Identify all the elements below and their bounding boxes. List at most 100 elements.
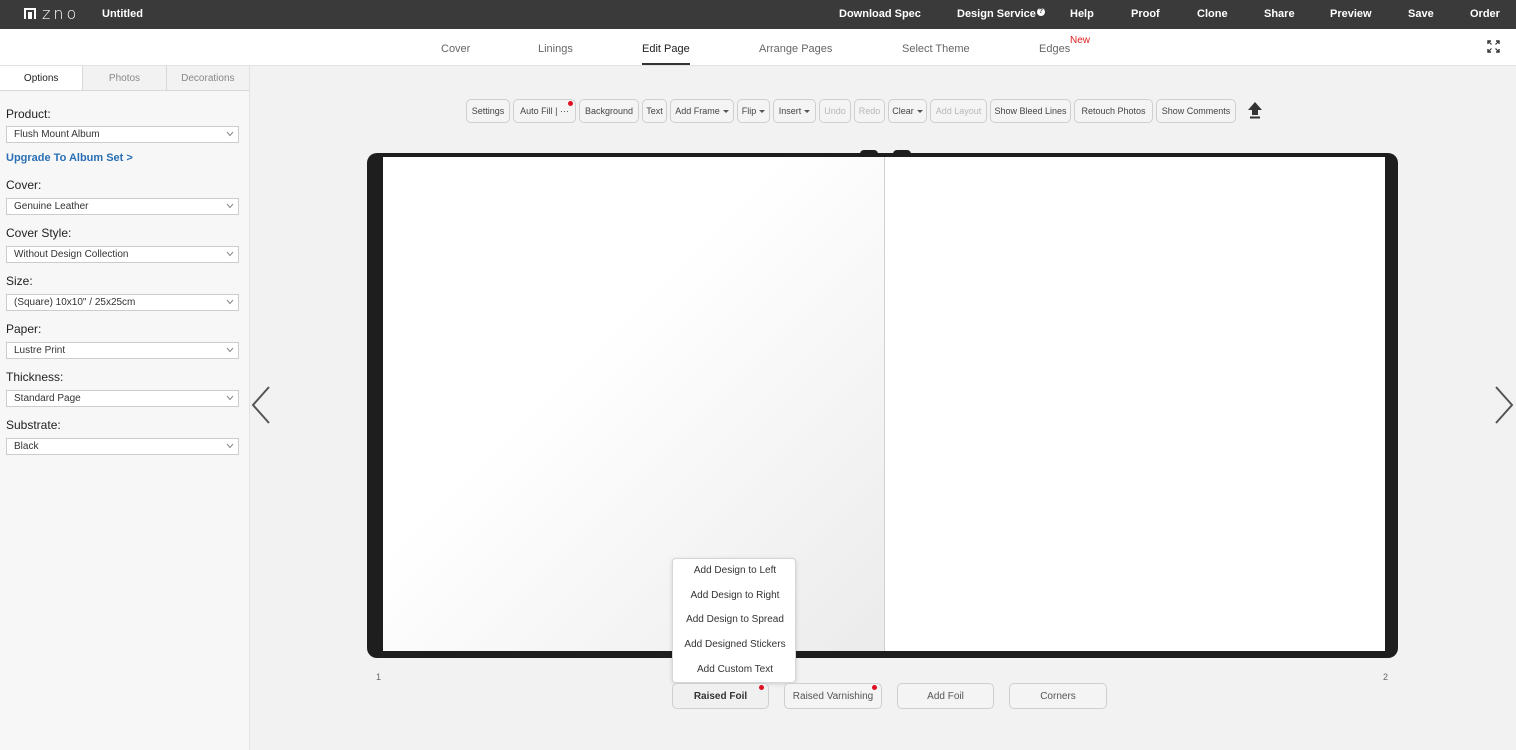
order-button[interactable]: Order (1470, 8, 1500, 20)
new-badge: New (1070, 35, 1091, 46)
flip-label: Flip (741, 106, 757, 116)
caret-down-icon (916, 109, 923, 113)
caret-down-icon (759, 109, 766, 113)
insert-button[interactable]: Insert (773, 99, 816, 123)
paper-select-value: Lustre Print (14, 345, 66, 356)
fullscreen-icon[interactable] (1487, 40, 1500, 53)
sidebar-tabs: Options Photos Decorations (0, 66, 249, 91)
upgrade-album-set-link[interactable]: Upgrade To Album Set > (6, 152, 133, 164)
tab-linings[interactable]: Linings (538, 43, 573, 55)
add-design-spread-item[interactable]: Add Design to Spread (673, 614, 797, 625)
spine-divider (884, 157, 885, 651)
size-label: Size: (6, 274, 33, 288)
tab-edit-page[interactable]: Edit Page (642, 43, 690, 65)
sidebar-tab-options[interactable]: Options (0, 66, 83, 90)
text-button[interactable]: Text (642, 99, 667, 123)
edit-toolbar: Settings Auto Fill | ··· Background Text… (466, 99, 1236, 124)
next-page-arrow-icon[interactable] (1492, 385, 1516, 425)
product-label: Product: (6, 107, 51, 121)
spine-tab-right (893, 150, 911, 156)
retouch-photos-button[interactable]: Retouch Photos (1074, 99, 1153, 123)
add-foil-button[interactable]: Add Foil (897, 683, 994, 709)
auto-fill-button[interactable]: Auto Fill | ··· (513, 99, 576, 123)
settings-button[interactable]: Settings (466, 99, 510, 123)
save-button[interactable]: Save (1408, 8, 1434, 20)
logo-text: ZNO (42, 4, 80, 23)
add-design-left-item[interactable]: Add Design to Left (673, 565, 797, 576)
tab-cover[interactable]: Cover (441, 43, 470, 55)
chevron-down-icon (226, 443, 234, 449)
clone-button[interactable]: Clone (1197, 8, 1228, 20)
chevron-down-icon (226, 299, 234, 305)
size-select[interactable]: (Square) 10x10" / 25x25cm (6, 294, 239, 311)
notification-dot (872, 685, 877, 690)
share-button[interactable]: Share (1264, 8, 1295, 20)
thickness-select-value: Standard Page (14, 393, 81, 404)
thickness-select[interactable]: Standard Page (6, 390, 239, 407)
tab-edges[interactable]: Edges (1039, 43, 1070, 55)
chevron-down-icon (226, 251, 234, 257)
zno-logo[interactable]: ZNO (24, 4, 80, 23)
previous-page-arrow-icon[interactable] (249, 385, 273, 425)
add-frame-button[interactable]: Add Frame (670, 99, 734, 123)
substrate-select-value: Black (14, 441, 39, 452)
spine-tab-left (860, 150, 878, 156)
cover-select-value: Genuine Leather (14, 201, 89, 212)
corners-button[interactable]: Corners (1009, 683, 1107, 709)
tab-select-theme[interactable]: Select Theme (902, 43, 970, 55)
paper-select[interactable]: Lustre Print (6, 342, 239, 359)
add-custom-text-item[interactable]: Add Custom Text (673, 664, 797, 675)
design-service-button[interactable]: Design Service? (957, 8, 1045, 20)
flip-button[interactable]: Flip (737, 99, 770, 123)
download-spec-button[interactable]: Download Spec (839, 8, 921, 20)
options-sidebar: Options Photos Decorations Product: Flus… (0, 66, 250, 750)
raised-varnishing-label: Raised Varnishing (792, 690, 874, 702)
cover-style-select[interactable]: Without Design Collection (6, 246, 239, 263)
paper-label: Paper: (6, 322, 42, 336)
substrate-label: Substrate: (6, 418, 61, 432)
add-layout-button[interactable]: Add Layout (930, 99, 987, 123)
left-page-canvas[interactable] (383, 157, 884, 651)
proof-button[interactable]: Proof (1131, 8, 1160, 20)
raised-foil-button[interactable]: Raised Foil (672, 683, 769, 709)
clear-button[interactable]: Clear (888, 99, 927, 123)
background-button[interactable]: Background (579, 99, 639, 123)
sidebar-tab-decorations[interactable]: Decorations (165, 66, 249, 90)
cover-label: Cover: (6, 178, 42, 192)
clear-label: Clear (892, 106, 914, 116)
redo-button[interactable]: Redo (854, 99, 885, 123)
more-options-icon[interactable]: | ··· (555, 106, 569, 116)
document-title[interactable]: Untitled (102, 8, 143, 20)
raised-foil-menu: Add Design to Left Add Design to Right A… (672, 558, 796, 683)
caret-down-icon (722, 109, 729, 113)
right-page-canvas[interactable] (885, 157, 1385, 651)
cover-select[interactable]: Genuine Leather (6, 198, 239, 215)
chevron-down-icon (226, 347, 234, 353)
cover-style-select-value: Without Design Collection (14, 249, 129, 260)
product-select-value: Flush Mount Album (14, 129, 100, 140)
thickness-label: Thickness: (6, 370, 64, 384)
help-question-icon: ? (1036, 8, 1045, 16)
show-bleed-lines-button[interactable]: Show Bleed Lines (990, 99, 1071, 123)
preview-button[interactable]: Preview (1330, 8, 1372, 20)
left-page-number: 1 (376, 672, 382, 682)
add-design-right-item[interactable]: Add Design to Right (673, 590, 797, 601)
logo-mark-icon (24, 8, 36, 19)
auto-fill-label: Auto Fill (520, 106, 553, 116)
upload-arrow-icon[interactable] (1247, 101, 1263, 119)
design-service-label: Design Service (957, 8, 1036, 20)
product-select[interactable]: Flush Mount Album (6, 126, 239, 143)
substrate-select[interactable]: Black (6, 438, 239, 455)
caret-down-icon (804, 109, 811, 113)
tab-arrange-pages[interactable]: Arrange Pages (759, 43, 832, 55)
chevron-down-icon (226, 131, 234, 137)
size-select-value: (Square) 10x10" / 25x25cm (14, 297, 136, 308)
insert-label: Insert (778, 106, 802, 116)
sidebar-tab-photos[interactable]: Photos (82, 66, 166, 90)
add-designed-stickers-item[interactable]: Add Designed Stickers (673, 639, 797, 650)
help-button[interactable]: Help (1070, 8, 1094, 20)
show-comments-button[interactable]: Show Comments (1156, 99, 1236, 123)
raised-varnishing-button[interactable]: Raised Varnishing (784, 683, 882, 709)
chevron-down-icon (226, 203, 234, 209)
undo-button[interactable]: Undo (819, 99, 851, 123)
